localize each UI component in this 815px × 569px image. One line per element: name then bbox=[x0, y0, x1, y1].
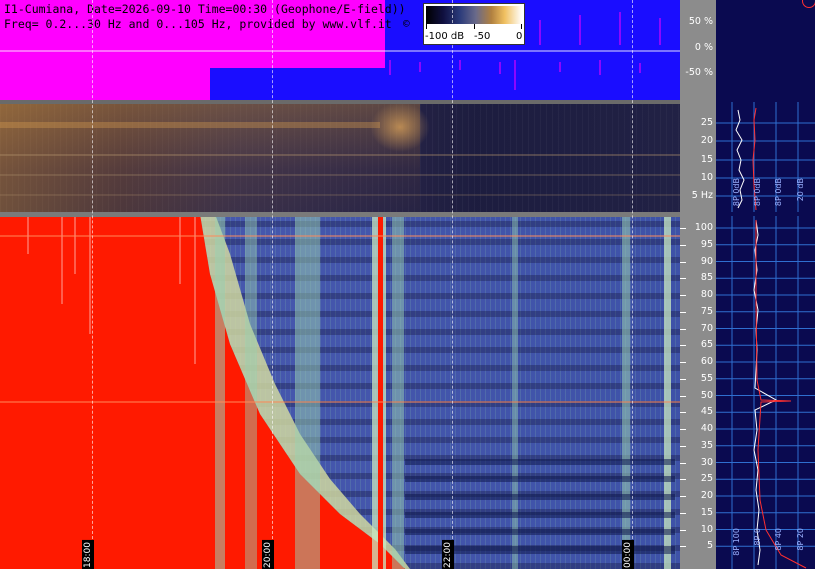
mid-label-10: 10 bbox=[700, 172, 713, 183]
mid-label-15: 15 bbox=[700, 154, 713, 165]
chart-title: I1-Cumiana, Date=2026-09-10 Time=00:30 (… bbox=[4, 2, 406, 16]
side-spectrum-panel: 8P 0dB 8P 0dB 8P 0dB 20 dB 8P 100 8P 0 8… bbox=[716, 0, 815, 569]
low-scale-label: 80 bbox=[700, 289, 713, 300]
amp-label-neg50: -50 % bbox=[685, 67, 713, 78]
low-scale-label: 75 bbox=[700, 305, 713, 317]
low-scale-tick bbox=[680, 295, 686, 296]
low-scale-tick bbox=[680, 311, 686, 313]
copyright-mark: © bbox=[403, 17, 410, 30]
amp-label-50: 50 % bbox=[688, 16, 713, 27]
side-mid-label-4: 20 dB bbox=[796, 178, 805, 202]
mid-label-5: 5 Hz bbox=[691, 190, 713, 201]
low-scale-tick bbox=[680, 395, 686, 397]
low-scale-label: 40 bbox=[700, 423, 713, 434]
low-scale-label: 10 bbox=[700, 523, 713, 535]
mid-label-25: 25 bbox=[700, 117, 713, 128]
low-scale-label: 100 bbox=[694, 222, 713, 233]
side-mid-label-1: 8P 0dB bbox=[732, 178, 741, 207]
panel-separator-top bbox=[0, 100, 680, 104]
low-scale-tick bbox=[680, 429, 686, 430]
low-scale-tick bbox=[680, 328, 686, 330]
side-low-label-3: 8P 40 bbox=[774, 528, 783, 551]
low-scale-tick bbox=[680, 412, 686, 414]
low-scale-label: 50 bbox=[700, 389, 713, 401]
time-marker-2000: 20:00 bbox=[262, 540, 274, 569]
low-scale-tick bbox=[680, 378, 686, 380]
low-scale-label: 60 bbox=[700, 356, 713, 367]
low-scale-tick bbox=[680, 512, 686, 514]
panel-separator-bottom bbox=[0, 212, 680, 217]
low-scale-tick bbox=[680, 529, 686, 531]
low-frequency-spectrogram bbox=[0, 102, 680, 214]
amp-label-0: 0 % bbox=[694, 42, 713, 53]
colorbar-label-mid: -50 bbox=[474, 31, 491, 42]
side-low-label-2: 8P 0 bbox=[753, 528, 762, 546]
low-scale-tick bbox=[680, 445, 686, 447]
high-frequency-spectrogram bbox=[0, 214, 680, 569]
low-scale-label: 30 bbox=[700, 456, 713, 468]
low-scale-label: 90 bbox=[700, 255, 713, 267]
low-scale-label: 35 bbox=[700, 439, 713, 451]
low-scale-label: 15 bbox=[700, 506, 713, 518]
low-scale-label: 5 bbox=[706, 540, 713, 552]
spectrogram-intensity bbox=[0, 214, 680, 569]
low-scale-tick bbox=[680, 228, 686, 229]
spectrogram-viewer: I1-Cumiana, Date=2026-09-10 Time=00:30 (… bbox=[0, 0, 815, 569]
colorbar-label-min: -100 dB bbox=[425, 31, 465, 42]
low-scale-tick bbox=[680, 278, 686, 280]
colorbar-gradient bbox=[426, 6, 522, 24]
low-scale-tick bbox=[680, 345, 686, 347]
low-scale-label: 20 bbox=[700, 490, 713, 501]
low-scale-label: 55 bbox=[700, 372, 713, 384]
low-scale-tick bbox=[680, 479, 686, 481]
frequency-info: Freq= 0.2...30 Hz and 0...105 Hz, provid… bbox=[4, 17, 392, 31]
low-scale-tick bbox=[680, 496, 686, 497]
time-marker-1800: 18:00 bbox=[82, 540, 94, 569]
side-mid-label-2: 8P 0dB bbox=[753, 178, 762, 207]
low-scale-tick bbox=[680, 462, 686, 464]
low-scale-label: 95 bbox=[700, 238, 713, 250]
side-low-label-4: 8P 20 bbox=[796, 528, 805, 551]
time-marker-2200: 22:00 bbox=[442, 540, 454, 569]
low-scale-label: 45 bbox=[700, 406, 713, 418]
side-spectrum-plot bbox=[716, 102, 815, 569]
side-mid-label-3: 8P 0dB bbox=[774, 178, 783, 207]
low-scale-label: 25 bbox=[700, 473, 713, 485]
low-scale-label: 65 bbox=[700, 339, 713, 351]
low-scale-tick bbox=[680, 244, 686, 246]
low-scale-label: 70 bbox=[700, 322, 713, 334]
side-low-label-1: 8P 100 bbox=[732, 528, 741, 556]
colorbar: -100 dB -50 0 bbox=[423, 3, 525, 45]
frequency-scale: 50 % 0 % -50 % 25 20 15 10 5 Hz 100 95 90 8… bbox=[680, 0, 716, 569]
low-scale-tick bbox=[680, 261, 686, 263]
colorbar-label-max: 0 bbox=[516, 31, 523, 42]
mid-label-20: 20 bbox=[700, 135, 713, 146]
low-scale-tick bbox=[680, 362, 686, 363]
time-marker-0000: 00:00 bbox=[622, 540, 634, 569]
low-scale-label: 85 bbox=[700, 272, 713, 284]
low-scale-tick bbox=[680, 546, 686, 548]
